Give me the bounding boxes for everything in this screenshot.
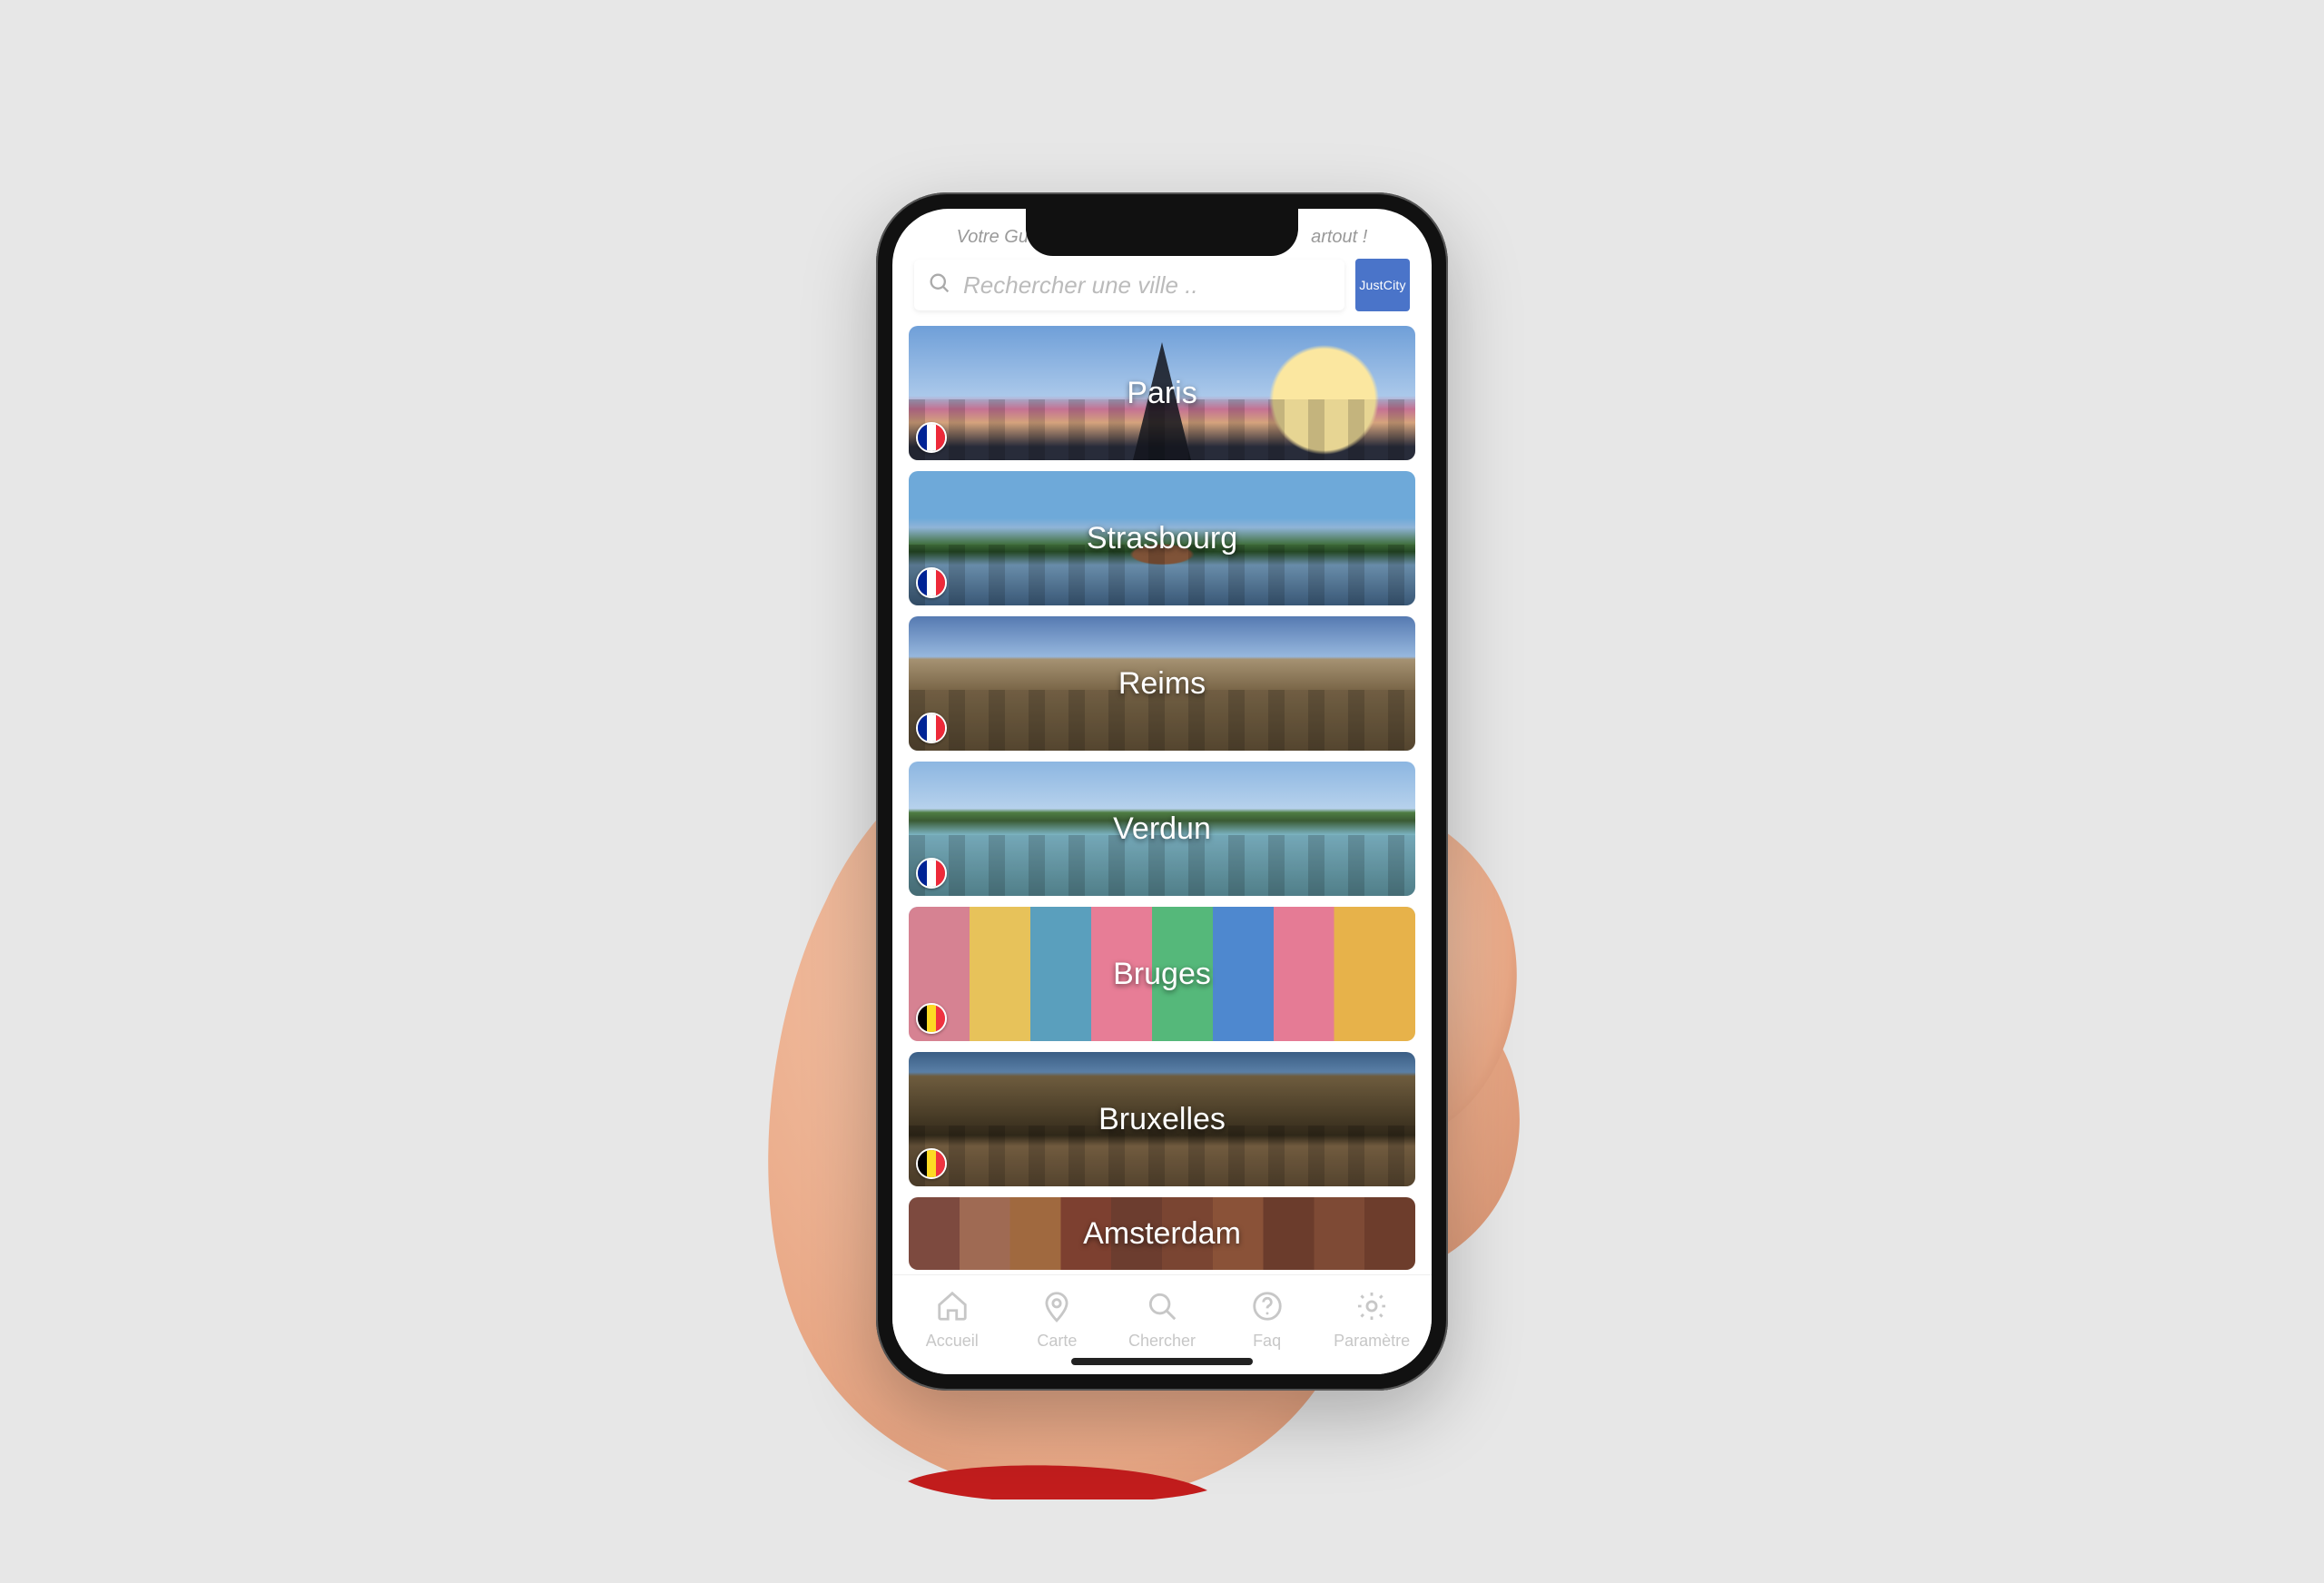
tab-faq[interactable]: Faq (1215, 1289, 1320, 1351)
flag-belgium-icon (916, 1003, 947, 1034)
search-field[interactable] (914, 260, 1344, 310)
city-name: Amsterdam (1083, 1216, 1241, 1252)
home-icon (935, 1289, 970, 1328)
city-card-paris[interactable]: Paris (909, 326, 1415, 460)
city-card-amsterdam[interactable]: Amsterdam (909, 1197, 1415, 1270)
tab-label: Paramètre (1334, 1332, 1410, 1351)
city-name: Bruxelles (1098, 1102, 1226, 1137)
tab-label: Faq (1253, 1332, 1281, 1351)
tab-parametre[interactable]: Paramètre (1319, 1289, 1424, 1351)
tab-chercher[interactable]: Chercher (1109, 1289, 1215, 1351)
tab-label: Chercher (1128, 1332, 1196, 1351)
city-card-bruges[interactable]: Bruges (909, 907, 1415, 1041)
tab-carte[interactable]: Carte (1005, 1289, 1110, 1351)
search-input[interactable] (963, 271, 1332, 300)
search-icon (927, 270, 952, 300)
flag-france-icon (916, 858, 947, 889)
city-name: Bruges (1113, 957, 1211, 992)
flag-france-icon (916, 567, 947, 598)
city-name: Strasbourg (1087, 521, 1237, 556)
phone-notch (1026, 209, 1298, 256)
tab-label: Accueil (926, 1332, 979, 1351)
app-logo-text: JustCity (1359, 278, 1405, 292)
flag-france-icon (916, 422, 947, 453)
city-card-verdun[interactable]: Verdun (909, 762, 1415, 896)
phone-frame: Votre Gu artout ! JustCity (876, 192, 1448, 1391)
tab-accueil[interactable]: Accueil (900, 1289, 1005, 1351)
help-icon (1250, 1289, 1285, 1328)
app-logo-button[interactable]: JustCity (1355, 259, 1410, 311)
phone-screen: Votre Gu artout ! JustCity (892, 209, 1432, 1374)
city-card-reims[interactable]: Reims (909, 616, 1415, 751)
city-list[interactable]: Paris Strasbourg Reims (892, 319, 1432, 1274)
home-indicator[interactable] (1071, 1358, 1253, 1365)
city-name: Verdun (1113, 811, 1211, 847)
flag-belgium-icon (916, 1148, 947, 1179)
city-name: Reims (1118, 666, 1206, 702)
tab-label: Carte (1037, 1332, 1077, 1351)
city-card-bruxelles[interactable]: Bruxelles (909, 1052, 1415, 1186)
city-card-strasbourg[interactable]: Strasbourg (909, 471, 1415, 605)
city-name: Paris (1127, 376, 1196, 411)
map-pin-icon (1039, 1289, 1074, 1328)
gear-icon (1354, 1289, 1389, 1328)
search-icon (1145, 1289, 1179, 1328)
flag-france-icon (916, 713, 947, 743)
